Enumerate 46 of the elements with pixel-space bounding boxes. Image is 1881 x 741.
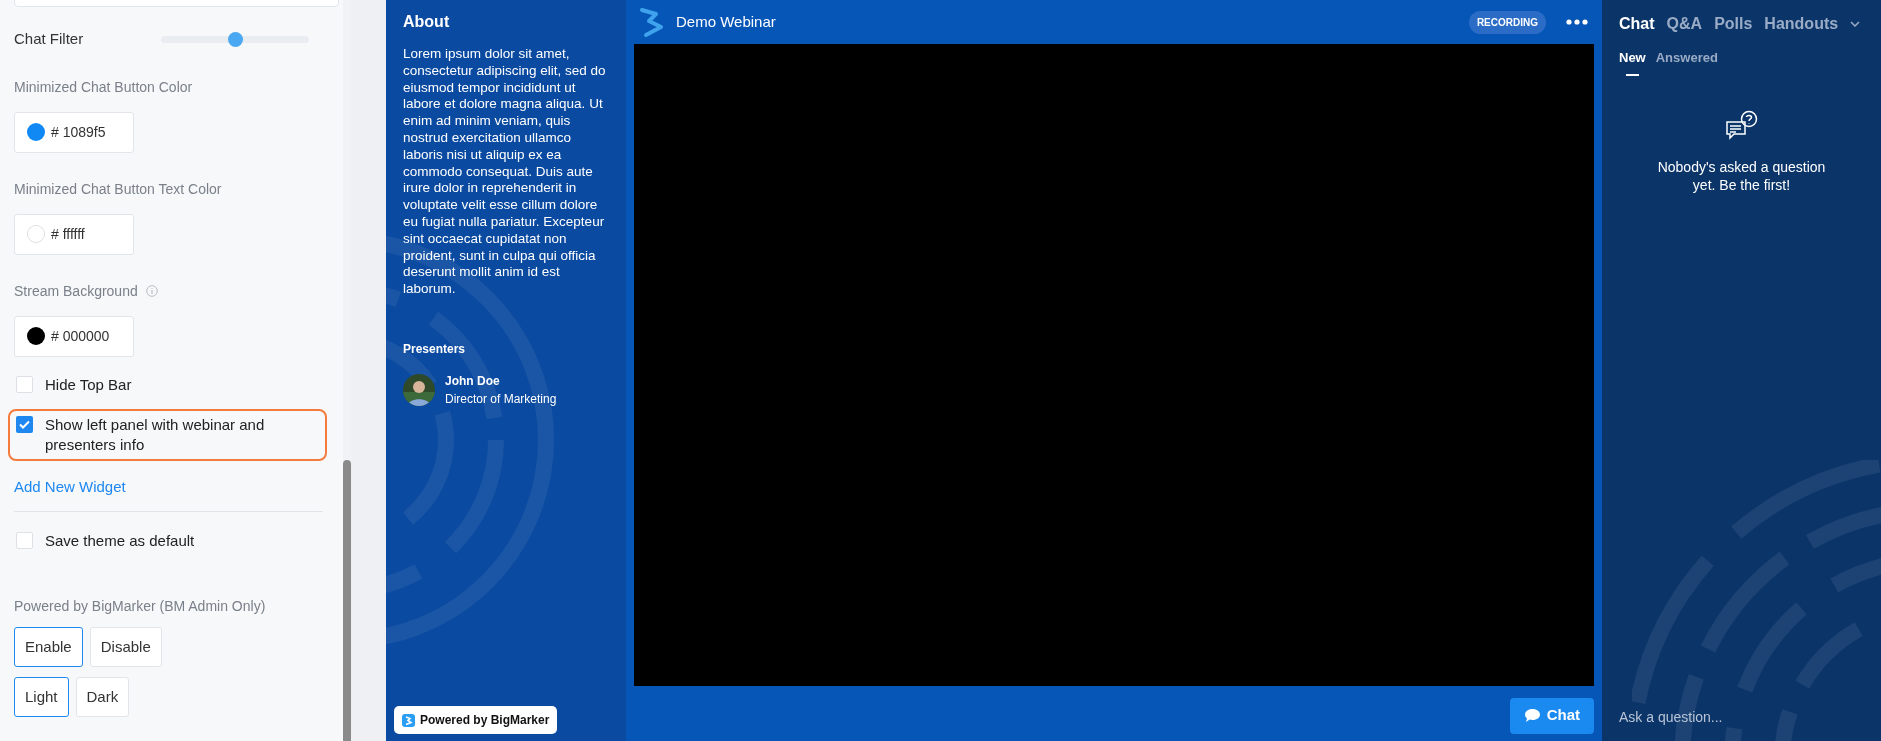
tab[interactable]: Handouts xyxy=(1764,12,1839,36)
about-text: Lorem ipsum dolor sit amet, consectetur adipiscing elit, sed do eiusmod tempor incididunt ut labore et dolore magna aliqua. Ut enim ad minim veniam, quis nostrud exercitation ullamco laboris nisi ut aliquip ex ea commodo consequat. Duis aute irure dolor in reprehenderit in voluptate velit esse cillum dolore eu fugiat nulla pariatur. Excepteur sint occaecat cupidatat non proident, sunt in culpa qui officia deserunt mollit anim id est laborum. xyxy=(403,46,607,298)
chat-button[interactable]: Chat xyxy=(1509,697,1594,734)
field-label: Stream Background xyxy=(14,281,138,301)
slider-thumb[interactable] xyxy=(228,31,243,47)
check-icon xyxy=(19,419,30,429)
webinar-title: Demo Webinar xyxy=(676,11,776,32)
empty-message: Nobody's asked a question yet. Be the first! xyxy=(1656,157,1827,194)
section-title: Presenters xyxy=(403,340,467,358)
color-input[interactable]: # 1089f5 xyxy=(14,111,134,153)
info-icon xyxy=(145,285,158,297)
recording-badge: RECORDING xyxy=(1468,10,1546,34)
logo-icon xyxy=(402,713,415,727)
checkbox[interactable] xyxy=(16,415,33,433)
color-input[interactable]: # ffffff xyxy=(14,213,134,255)
color-swatch[interactable] xyxy=(27,327,45,345)
subtab[interactable]: New xyxy=(1619,48,1646,76)
chevron-down-icon[interactable] xyxy=(1850,21,1861,27)
tab[interactable]: Q&A xyxy=(1666,12,1703,36)
color-swatch[interactable] xyxy=(27,225,45,243)
option-button[interactable]: Light xyxy=(14,677,69,717)
speech-bubble-icon xyxy=(1523,708,1541,723)
checkbox-label: Hide Top Bar xyxy=(45,374,132,395)
option-button[interactable]: Disable xyxy=(89,627,162,667)
field-label: Minimized Chat Button Color xyxy=(14,77,193,97)
color-swatch[interactable] xyxy=(27,123,45,141)
more-icon[interactable] xyxy=(1566,19,1588,25)
panel-title: About xyxy=(403,12,451,32)
tab[interactable]: Polls xyxy=(1714,12,1753,36)
checkbox[interactable] xyxy=(16,532,33,550)
checkbox-label: Show left panel with webinar and presenters info xyxy=(45,414,266,455)
question-input[interactable]: Ask a question... xyxy=(1619,707,1871,728)
option-button[interactable]: Dark xyxy=(75,677,130,717)
subtab[interactable]: Answered xyxy=(1655,48,1718,76)
checkbox-label: Save theme as default xyxy=(45,530,195,551)
presenter-name: John Doe xyxy=(445,372,501,390)
section-label: Powered by BigMarker (BM Admin Only) xyxy=(14,597,267,616)
presenter-role: Director of Marketing xyxy=(445,390,557,408)
checkbox[interactable] xyxy=(16,375,33,393)
color-input[interactable]: # 000000 xyxy=(14,315,134,357)
powered-by-badge[interactable]: Powered by BigMarker xyxy=(394,706,558,734)
option-button[interactable]: Enable xyxy=(14,627,83,667)
tab[interactable]: Chat xyxy=(1619,12,1655,36)
scrollbar[interactable] xyxy=(343,460,351,741)
field-label: Chat Filter xyxy=(14,29,84,49)
field-label: Minimized Chat Button Text Color xyxy=(14,179,222,199)
